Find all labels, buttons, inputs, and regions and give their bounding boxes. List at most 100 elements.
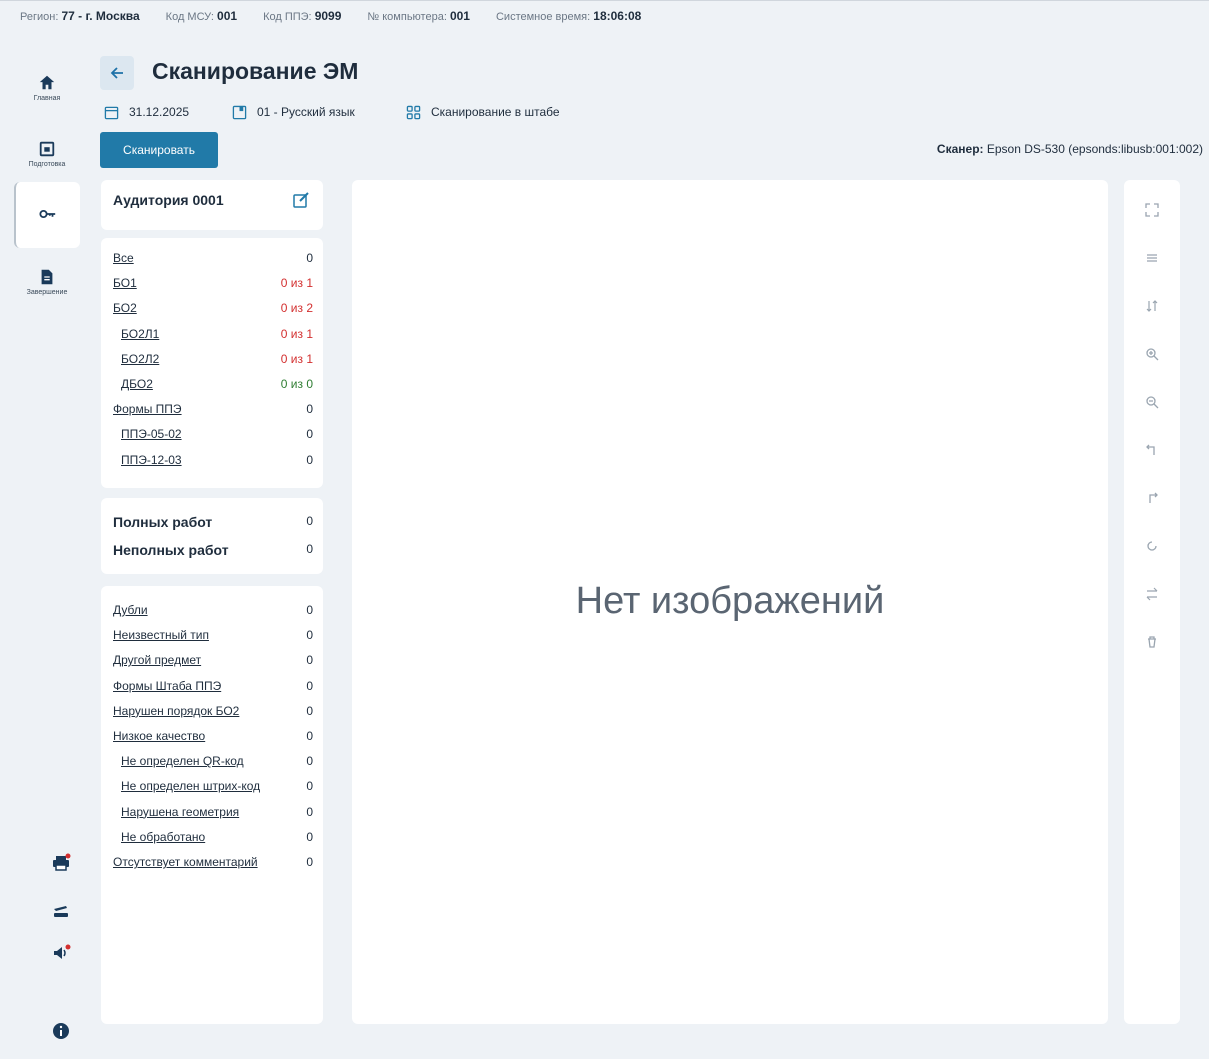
refresh-button[interactable] (1142, 536, 1162, 556)
book-icon (232, 105, 247, 119)
viewer-toolbar (1124, 180, 1180, 1024)
count-row[interactable]: БО2 0 из 2 (113, 301, 313, 315)
count-row-count: 0 из 0 (280, 377, 313, 391)
issues-panel: Дубли 0 Неизвестный тип 0 Другой предмет 0 Фор… (101, 586, 323, 1024)
scan-button[interactable]: Сканировать (100, 132, 218, 168)
count-row-label[interactable]: БО2Л1 (121, 327, 159, 341)
count-row-count: 0 из 2 (280, 301, 313, 316)
issue-row[interactable]: Дубли 0 (113, 603, 313, 617)
count-row[interactable]: ППЭ-12-03 0 (121, 453, 313, 467)
nav-home[interactable]: Главная (14, 58, 80, 118)
home-icon (39, 75, 55, 90)
zoom-in-button[interactable] (1142, 344, 1162, 364)
calendar-icon (104, 106, 119, 119)
msu-value: 001 (217, 8, 238, 23)
issue-row-label[interactable]: Нарушена геометрия (121, 805, 239, 819)
scanner-button[interactable] (50, 900, 72, 922)
info-icon (53, 1023, 69, 1039)
issue-row-count: 0 (306, 729, 313, 743)
key-icon (39, 209, 56, 218)
issue-row[interactable]: Формы Штаба ППЭ 0 (113, 679, 313, 693)
issue-row[interactable]: Не определен QR-код 0 (121, 754, 313, 768)
issue-row[interactable]: Отсутствует комментарий 0 (113, 855, 313, 869)
works-row-label: Неполных работ (113, 542, 229, 558)
zoom-out-button[interactable] (1142, 392, 1162, 412)
issue-row-count: 0 (306, 653, 313, 668)
works-row: Полных работ 0 (113, 514, 313, 530)
info-button[interactable] (50, 1020, 72, 1042)
count-row-label[interactable]: БО2 (113, 301, 137, 315)
list-button[interactable] (1142, 248, 1162, 268)
issue-row-label[interactable]: Другой предмет (113, 653, 201, 667)
issue-row-count: 0 (306, 678, 313, 693)
issue-row[interactable]: Нарушена геометрия 0 (121, 805, 313, 819)
issue-row[interactable]: Другой предмет 0 (113, 653, 313, 667)
issue-row-label[interactable]: Дубли (113, 603, 148, 617)
count-row-label[interactable]: ППЭ-12-03 (121, 453, 182, 467)
sound-button[interactable] (50, 942, 72, 964)
scanner-info: Сканер: Epson DS-530 (epsonds:libusb:001… (937, 142, 1203, 156)
time-info: Системное время: 18:06:08 (496, 9, 641, 23)
nav-scan[interactable] (14, 182, 80, 248)
count-row-label[interactable]: БО2Л2 (121, 352, 159, 366)
count-row[interactable]: Все 0 (113, 251, 313, 265)
issue-row[interactable]: Не определен штрих-код 0 (121, 779, 313, 793)
rotate-left-button[interactable] (1142, 440, 1162, 460)
count-row[interactable]: БО1 0 из 1 (113, 276, 313, 290)
scanner-label: Сканер: (936, 142, 984, 156)
nav-finish-label: Завершение (26, 289, 68, 296)
issue-row[interactable]: Нарушен порядок БО2 0 (113, 704, 313, 718)
count-row-count: 0 (306, 427, 313, 442)
grid-icon (406, 105, 421, 119)
count-row-label[interactable]: БО1 (113, 276, 137, 290)
printer-button[interactable] (50, 852, 72, 874)
count-row[interactable]: ППЭ-05-02 0 (121, 427, 313, 441)
count-row[interactable]: БО2Л1 0 из 1 (121, 327, 313, 341)
pc-value: 001 (449, 8, 470, 23)
swap-button[interactable] (1142, 584, 1162, 604)
nav-prep[interactable]: Подготовка (14, 124, 80, 184)
rotate-right-button[interactable] (1142, 488, 1162, 508)
nav-finish[interactable]: Завершение (14, 252, 80, 312)
exam-subject-value: 01 - Русский язык (257, 105, 355, 119)
issue-row[interactable]: Неизвестный тип 0 (113, 628, 313, 642)
edit-icon[interactable] (291, 190, 311, 210)
rotate-right-icon (1149, 492, 1158, 503)
nav-prep-label: Подготовка (28, 161, 66, 168)
issue-row-count: 0 (306, 779, 313, 794)
time-label: Системное время: (495, 10, 591, 23)
issue-row-label[interactable]: Отсутствует комментарий (113, 855, 258, 869)
time-value: 18:06:08 (593, 8, 642, 23)
count-row-label[interactable]: ДБО2 (121, 377, 153, 391)
issue-row-label[interactable]: Не определен штрих-код (121, 779, 260, 793)
count-row-label[interactable]: Все (113, 251, 134, 265)
works-row-count: 0 (306, 514, 313, 528)
issue-row-label[interactable]: Формы Штаба ППЭ (113, 679, 221, 693)
count-row[interactable]: ДБО2 0 из 0 (121, 377, 313, 391)
zoom-out-icon (1146, 396, 1159, 409)
count-row[interactable]: Формы ППЭ 0 (113, 402, 313, 416)
count-row[interactable]: БО2Л2 0 из 1 (121, 352, 313, 366)
fullscreen-button[interactable] (1142, 200, 1162, 220)
issue-row-label[interactable]: Не обработано (121, 830, 205, 844)
works-row-count: 0 (306, 542, 313, 556)
region-label: Регион: (20, 10, 59, 23)
issue-row-label[interactable]: Нарушен порядок БО2 (113, 704, 239, 718)
nav-home-label: Главная (33, 95, 61, 102)
ppe-value: 9099 (314, 8, 342, 23)
issue-row-label[interactable]: Неизвестный тип (113, 628, 209, 642)
page-title: Сканирование ЭМ (152, 58, 359, 84)
speaker-icon (54, 944, 71, 959)
scan-mode-value: Сканирование в штабе (431, 105, 560, 119)
issue-row-label[interactable]: Низкое качество (113, 729, 205, 743)
issue-row-label[interactable]: Не определен QR-код (121, 754, 244, 768)
issue-row[interactable]: Низкое качество 0 (113, 729, 313, 743)
left-nav: Главная Подготовка Завершение (0, 30, 84, 1059)
back-button[interactable] (100, 56, 134, 90)
sort-button[interactable] (1142, 296, 1162, 316)
issue-row[interactable]: Не обработано 0 (121, 830, 313, 844)
count-row-label[interactable]: ППЭ-05-02 (121, 427, 182, 441)
count-row-label[interactable]: Формы ППЭ (113, 402, 182, 416)
calendar-icon (39, 141, 55, 157)
delete-button[interactable] (1142, 632, 1162, 652)
